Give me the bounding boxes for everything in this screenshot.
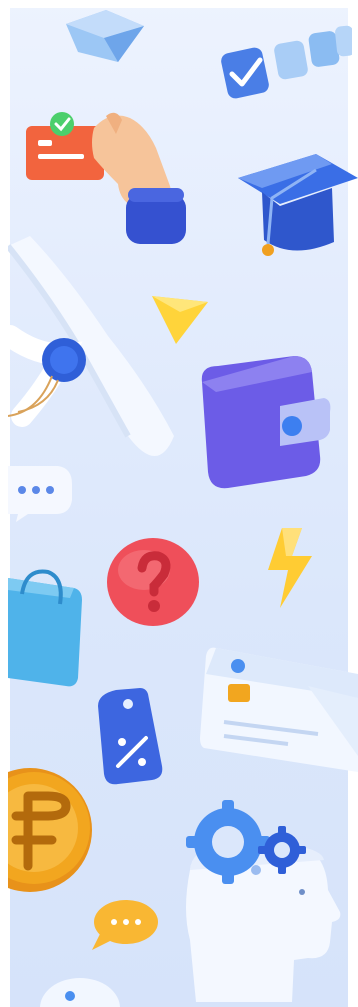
hand-holding-card-icon (24, 108, 194, 248)
checkbox-blocks-icon (218, 22, 352, 108)
wallet-icon (194, 352, 334, 492)
frame-top-border (0, 0, 358, 8)
lightning-bolt-icon (262, 526, 318, 610)
question-mark-icon (104, 534, 202, 630)
head-with-gears-icon (176, 800, 348, 1002)
bubble-bottom-decoration (40, 968, 120, 1007)
credit-card-icon (198, 638, 358, 778)
message-bubble-icon (88, 894, 162, 954)
diploma-scroll-icon (8, 236, 174, 490)
price-tag-icon (96, 686, 168, 786)
shopping-bag-icon (8, 564, 88, 688)
ruble-coin-icon (8, 766, 96, 894)
cube-icon (58, 4, 154, 68)
graduation-cap-icon (232, 148, 358, 268)
chat-bubble-icon (8, 460, 74, 522)
